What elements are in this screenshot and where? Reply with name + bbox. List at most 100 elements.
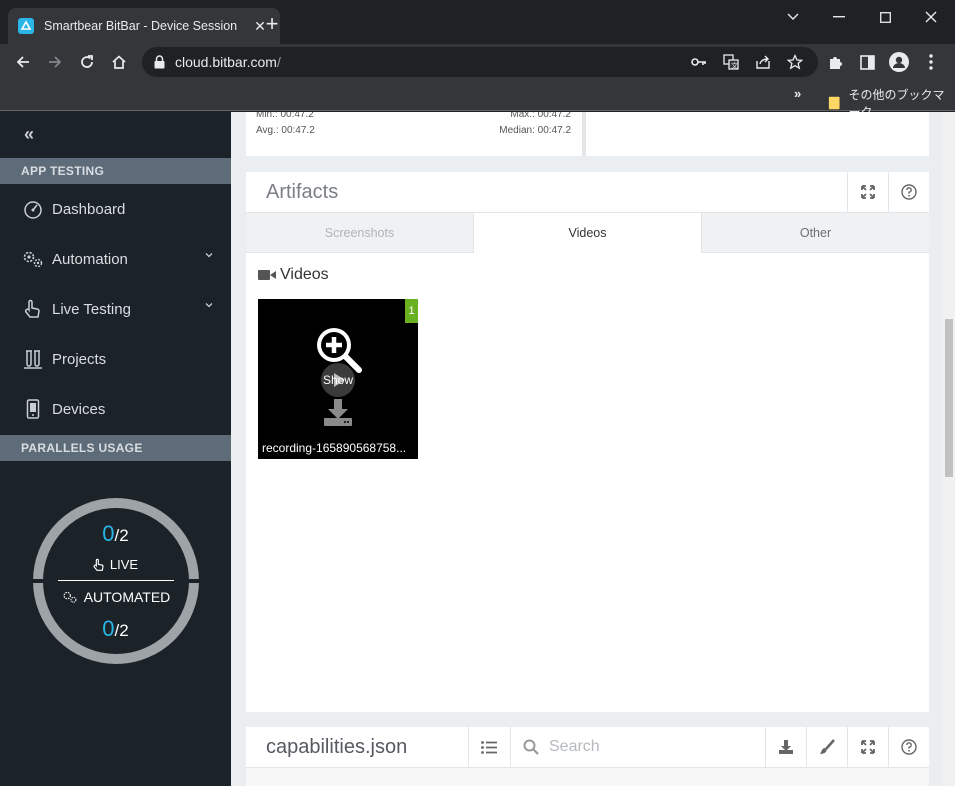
live-usage-label: LIVE <box>0 557 231 572</box>
sidebar-item-label: Devices <box>52 400 106 418</box>
sidebar-item-label: Live Testing <box>52 300 131 318</box>
live-testing-icon <box>22 298 44 320</box>
sidebar-collapse-button[interactable]: « <box>24 124 34 145</box>
stats-divider <box>582 112 586 156</box>
sidebar-item-automation[interactable]: Automation <box>0 237 231 281</box>
main-content: Min.: 00:47.2 Max.: 00:47.2 Avg.: 00:47.… <box>231 112 943 786</box>
capabilities-search <box>510 727 765 767</box>
chevron-down-icon <box>205 253 213 258</box>
share-icon[interactable] <box>754 53 772 71</box>
help-icon <box>900 739 917 755</box>
artifacts-help-button[interactable] <box>888 172 928 212</box>
bookmarks-bar: » その他のブックマーク <box>0 80 955 119</box>
section-parallels-usage: PARALLELS USAGE <box>0 435 231 461</box>
live-label: LIVE <box>109 557 139 572</box>
paint-brush-icon <box>819 739 835 754</box>
sidebar-item-projects[interactable]: Projects <box>0 337 231 381</box>
home-icon[interactable] <box>106 49 132 75</box>
stat-min: Min.: 00:47.2 <box>256 112 314 120</box>
artifacts-tabs: Screenshots Videos Other <box>246 212 929 253</box>
url-path: / <box>276 54 281 70</box>
sidebar-item-live-testing[interactable]: Live Testing <box>0 287 231 331</box>
browser-tabstrip: Smartbear BitBar - Device Session ✕ + <box>0 0 955 44</box>
svg-text:文: 文 <box>731 61 738 70</box>
section-app-testing: APP TESTING <box>0 158 231 184</box>
sidebar-item-label: Automation <box>52 250 128 268</box>
extensions-icon[interactable] <box>822 49 848 75</box>
devices-icon <box>22 398 44 420</box>
automation-gears-icon <box>63 591 77 603</box>
artifacts-expand-button[interactable] <box>847 172 887 212</box>
capabilities-title: capabilities.json <box>266 736 408 758</box>
tab-screenshots[interactable]: Screenshots <box>246 213 474 253</box>
download-icon[interactable] <box>323 397 353 427</box>
expand-icon <box>860 740 875 754</box>
address-bar[interactable]: cloud.bitbar.com/ 文 <box>142 47 818 77</box>
show-label[interactable]: Show <box>258 373 418 387</box>
password-key-icon[interactable] <box>690 53 708 71</box>
profile-avatar-icon[interactable] <box>886 49 912 75</box>
stat-median: Median: 00:47.2 <box>499 125 571 136</box>
chrome-menu-icon[interactable] <box>918 49 944 75</box>
lock-icon <box>154 55 165 69</box>
gauge-divider <box>58 580 174 581</box>
tab-other[interactable]: Other <box>702 213 929 253</box>
download-icon <box>778 740 793 754</box>
scrollbar-thumb[interactable] <box>945 319 953 477</box>
search-input[interactable] <box>549 738 749 756</box>
sidebar-item-label: Dashboard <box>52 200 126 218</box>
minimize-icon[interactable] <box>816 4 862 30</box>
tab-search-icon[interactable] <box>770 4 816 30</box>
help-icon <box>900 184 917 200</box>
back-icon[interactable] <box>10 49 36 75</box>
capabilities-help-button[interactable] <box>888 727 928 767</box>
video-count-badge: 1 <box>405 299 418 323</box>
capabilities-expand-button[interactable] <box>847 727 887 767</box>
chevron-down-icon <box>205 303 213 308</box>
sidebar-item-devices[interactable]: Devices <box>0 387 231 431</box>
video-camera-icon <box>258 270 276 280</box>
page-scrollbar[interactable] <box>943 112 955 786</box>
folder-icon <box>828 96 840 110</box>
duration-stats-card: Min.: 00:47.2 Max.: 00:47.2 Avg.: 00:47.… <box>246 112 929 156</box>
bitbar-favicon-icon <box>18 18 34 34</box>
automated-current: 0 <box>102 616 115 641</box>
tab-videos[interactable]: Videos <box>474 213 702 253</box>
sidebar-item-label: Projects <box>52 350 107 368</box>
video-filename: recording-165890568758... <box>262 441 407 455</box>
browser-tab[interactable]: Smartbear BitBar - Device Session ✕ <box>8 8 280 44</box>
expand-icon <box>860 185 875 199</box>
hand-pointer-icon <box>93 558 104 571</box>
bookmark-star-icon[interactable] <box>786 53 804 71</box>
sidebar-item-dashboard[interactable]: Dashboard <box>0 187 231 231</box>
list-icon <box>480 740 497 754</box>
video-thumbnail[interactable]: 1 Show recording-165890568758... <box>258 299 418 459</box>
sidebar: « APP TESTING Dashboard Automation Live … <box>0 112 231 786</box>
artifacts-panel: Artifacts Screenshots Videos Other Video… <box>246 172 929 712</box>
projects-icon <box>22 348 44 370</box>
close-window-icon[interactable] <box>908 4 954 30</box>
bookmarks-overflow-button[interactable]: » <box>794 86 801 101</box>
maximize-icon[interactable] <box>862 4 908 30</box>
capabilities-panel: capabilities.json <box>246 727 929 786</box>
artifacts-title: Artifacts <box>266 181 339 203</box>
reload-icon[interactable] <box>74 49 100 75</box>
download-file-button[interactable] <box>765 727 805 767</box>
stat-max: Max.: 00:47.2 <box>510 112 571 120</box>
translate-icon[interactable]: 文 <box>722 53 740 71</box>
search-icon <box>523 739 539 755</box>
forward-icon[interactable] <box>42 49 68 75</box>
automated-max: /2 <box>114 621 129 640</box>
live-current: 0 <box>102 521 115 546</box>
videos-heading: Videos <box>258 266 329 284</box>
list-view-button[interactable] <box>468 727 508 767</box>
clear-brush-button[interactable] <box>806 727 846 767</box>
live-usage-count: 0/2 <box>0 521 231 547</box>
side-panel-icon[interactable] <box>854 49 880 75</box>
new-tab-button[interactable]: + <box>260 13 284 35</box>
tab-title: Smartbear BitBar - Device Session <box>44 19 238 33</box>
automated-usage-label: AUTOMATED <box>0 589 231 605</box>
browser-toolbar: cloud.bitbar.com/ 文 <box>0 44 955 80</box>
dashboard-icon <box>22 198 44 220</box>
capabilities-editor[interactable] <box>246 767 929 786</box>
